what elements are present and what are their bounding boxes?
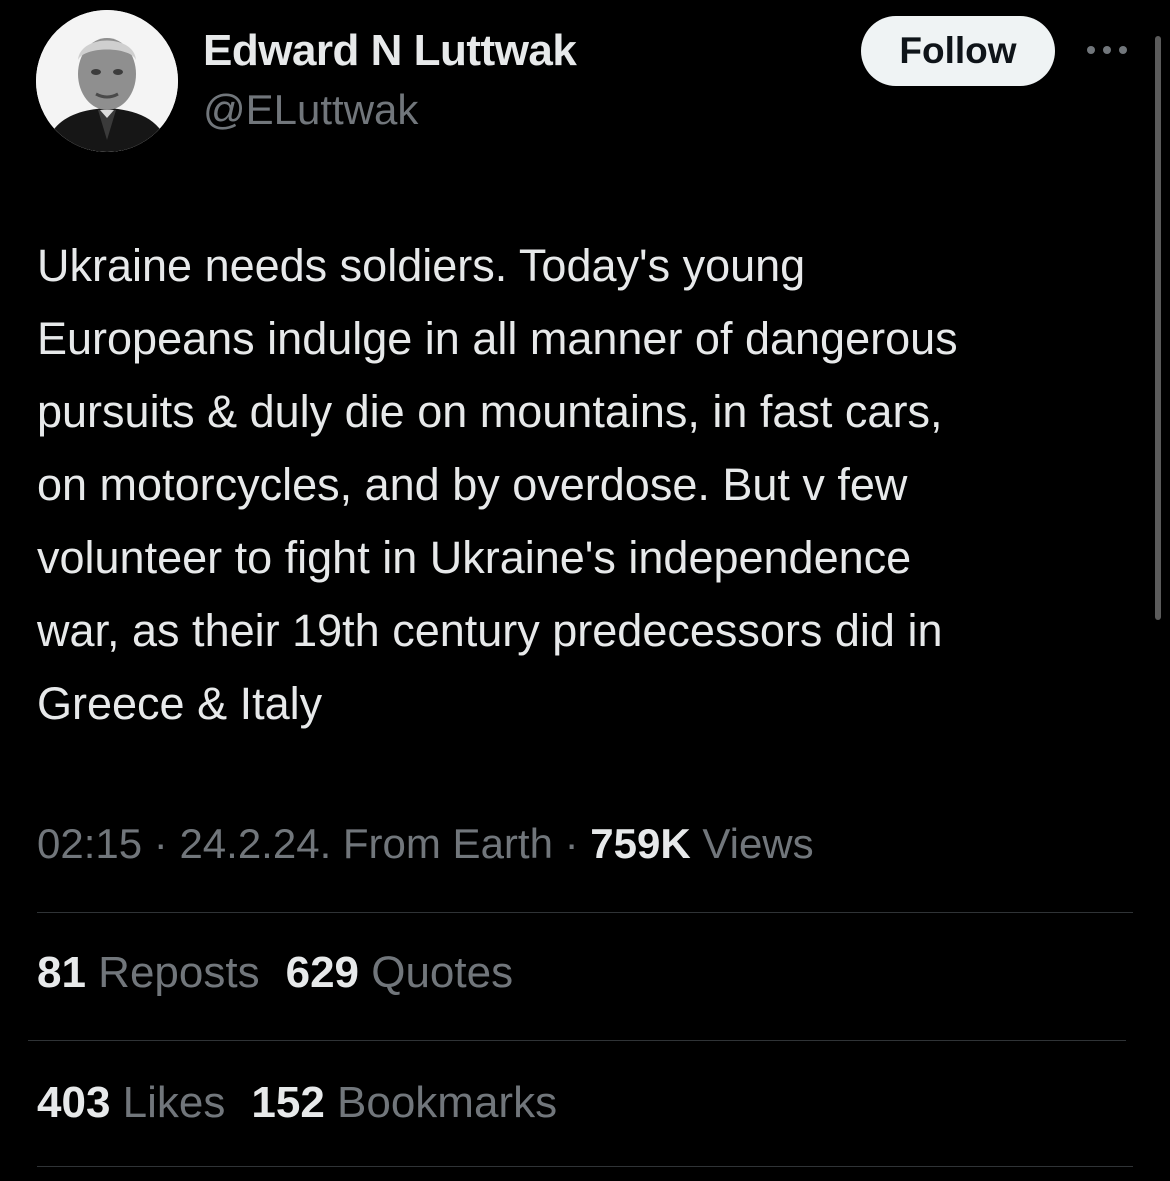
stats-row-reposts-quotes: 81 Reposts 629 Quotes bbox=[37, 948, 539, 998]
quotes-label: Quotes bbox=[359, 948, 514, 997]
tweet-text-line: on motorcycles, and by overdose. But v f… bbox=[37, 459, 908, 510]
reposts-stat[interactable]: 81 Reposts bbox=[37, 948, 260, 998]
meta-separator: · bbox=[552, 820, 591, 867]
tweet-text-line: pursuits & duly die on mountains, in fas… bbox=[37, 386, 943, 437]
tweet-text-line: Ukraine needs soldiers. Today's young bbox=[37, 240, 806, 291]
likes-label: Likes bbox=[110, 1078, 226, 1127]
tweet-text-line: volunteer to fight in Ukraine's independ… bbox=[37, 532, 912, 583]
bookmarks-count: 152 bbox=[251, 1078, 325, 1127]
bookmarks-stat[interactable]: 152 Bookmarks bbox=[251, 1078, 557, 1128]
quotes-stat[interactable]: 629 Quotes bbox=[286, 948, 514, 998]
quotes-count: 629 bbox=[285, 948, 360, 997]
display-name[interactable]: Edward N Luttwak bbox=[203, 26, 577, 76]
bookmarks-label: Bookmarks bbox=[324, 1078, 558, 1127]
likes-count: 403 bbox=[37, 1078, 111, 1127]
divider bbox=[37, 912, 1133, 913]
tweet-text-line: war, as their 19th century predecessors … bbox=[37, 605, 943, 656]
profile-photo-icon bbox=[36, 10, 178, 152]
ellipsis-icon bbox=[1087, 46, 1127, 54]
tweet-text-line: Europeans indulge in all manner of dange… bbox=[37, 313, 958, 364]
tweet-text-line: Greece & Italy bbox=[37, 678, 323, 729]
divider bbox=[37, 1166, 1133, 1167]
views-count[interactable]: 759K bbox=[590, 820, 690, 867]
user-handle[interactable]: @ELuttwak bbox=[203, 86, 418, 134]
meta-separator: · bbox=[142, 820, 180, 867]
views-label[interactable]: Views bbox=[691, 820, 813, 867]
scrollbar[interactable] bbox=[1155, 36, 1161, 620]
reposts-count: 81 bbox=[37, 948, 86, 997]
follow-button[interactable]: Follow bbox=[861, 16, 1055, 86]
more-options-button[interactable] bbox=[1084, 38, 1130, 62]
reposts-label: Reposts bbox=[85, 948, 260, 997]
stats-row-likes-bookmarks: 403 Likes 152 Bookmarks bbox=[37, 1078, 583, 1128]
avatar[interactable] bbox=[36, 10, 178, 152]
divider bbox=[28, 1040, 1126, 1041]
tweet-time[interactable]: 02:15 bbox=[37, 820, 142, 867]
tweet-meta: 02:15 · 24.2.24. From Earth · 759K Views bbox=[37, 820, 814, 868]
likes-stat[interactable]: 403 Likes bbox=[37, 1078, 225, 1128]
tweet-text: Ukraine needs soldiers. Today's young Eu… bbox=[37, 229, 1142, 740]
tweet-date-source[interactable]: 24.2.24. From Earth bbox=[179, 820, 553, 867]
